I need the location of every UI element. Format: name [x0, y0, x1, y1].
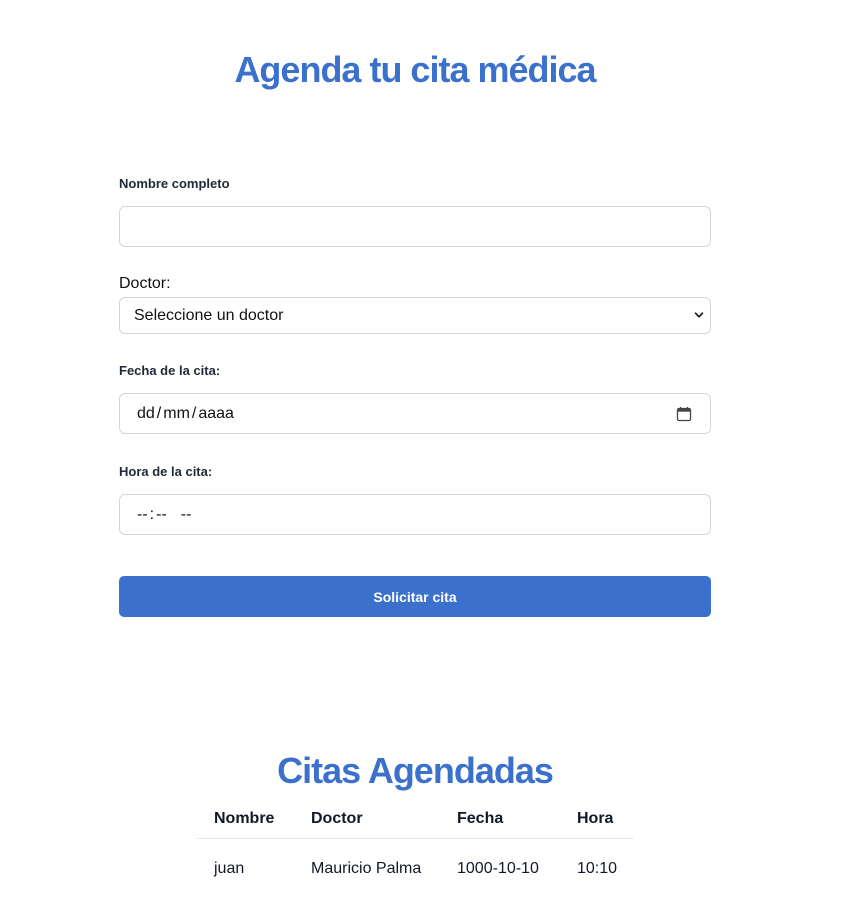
doctor-select-value: Seleccione un doctor: [134, 306, 284, 324]
date-year-segment[interactable]: aaaa: [198, 405, 234, 423]
page-title: Agenda tu cita médica: [234, 49, 596, 90]
cell-hora: 10:10: [577, 860, 618, 877]
column-header-doctor: Doctor: [294, 800, 440, 839]
submit-button[interactable]: Solicitar cita: [119, 576, 711, 617]
appointments-title: Citas Agendadas: [277, 750, 554, 791]
date-input[interactable]: dd / mm / aaaa: [119, 393, 711, 434]
column-header-fecha: Fecha: [440, 800, 560, 839]
appointments-table: Nombre Doctor Fecha Hora juan Mauricio P…: [197, 800, 635, 900]
cell-doctor: Mauricio Palma: [311, 860, 422, 877]
date-day-segment[interactable]: dd: [137, 405, 155, 423]
time-label: Hora de la cita:: [119, 464, 213, 479]
chevron-down-icon: [694, 312, 704, 318]
calendar-icon[interactable]: [676, 406, 692, 422]
column-header-hora: Hora: [560, 800, 635, 839]
doctor-label: Doctor:: [119, 275, 171, 292]
table-header-row: Nombre Doctor Fecha Hora: [197, 800, 635, 839]
time-hour-segment[interactable]: --: [137, 506, 148, 524]
doctor-select[interactable]: Seleccione un doctor: [119, 297, 711, 334]
time-separator: :: [149, 505, 155, 523]
date-separator: /: [156, 404, 162, 422]
page: Agenda tu cita médica Nombre completo Do…: [0, 0, 857, 901]
time-ampm-segment[interactable]: --: [167, 506, 192, 524]
time-minute-segment[interactable]: --: [156, 506, 167, 524]
name-label: Nombre completo: [119, 176, 230, 191]
date-separator: /: [191, 404, 197, 422]
table-row: juan Mauricio Palma 1000-10-10 10:10: [197, 839, 634, 900]
time-input[interactable]: -- : -- --: [119, 494, 711, 535]
name-input[interactable]: [119, 206, 711, 247]
date-label: Fecha de la cita:: [119, 363, 221, 378]
cell-fecha: 1000-10-10: [457, 860, 539, 877]
column-header-nombre: Nombre: [197, 800, 294, 839]
date-month-segment[interactable]: mm: [163, 405, 190, 423]
cell-nombre: juan: [214, 860, 245, 877]
